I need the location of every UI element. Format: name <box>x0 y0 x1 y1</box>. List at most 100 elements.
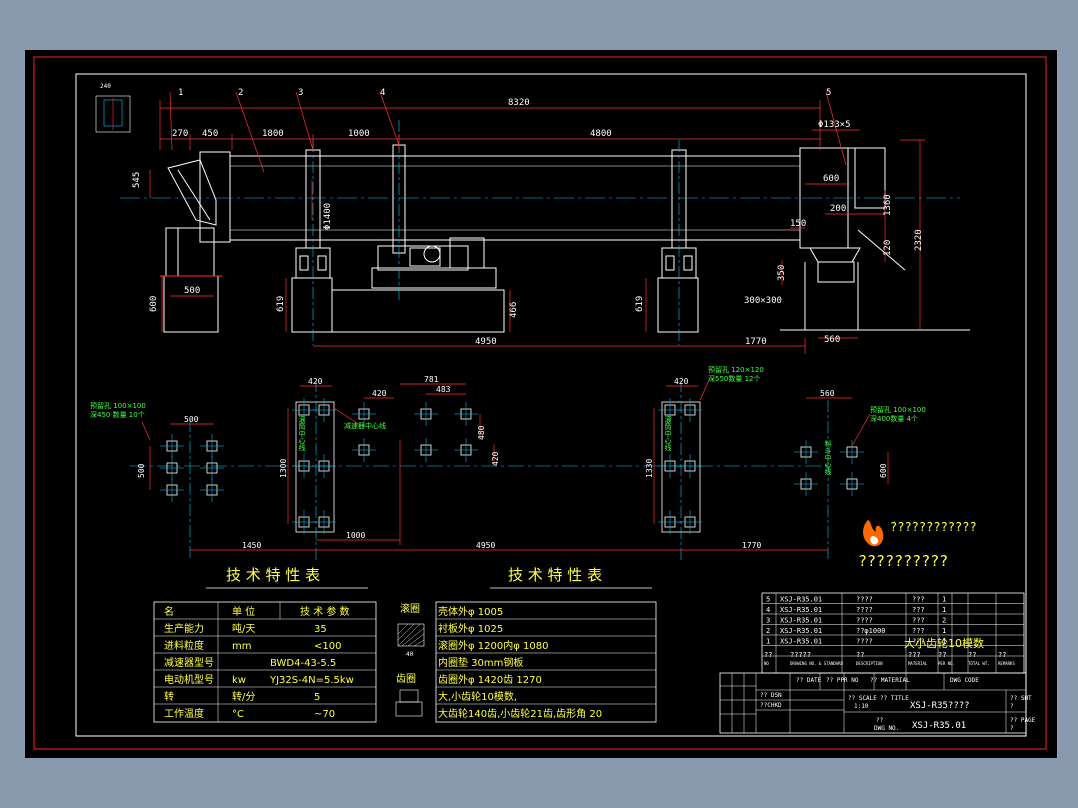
plan-dim-420b: 420 <box>372 389 387 398</box>
hole-note-mid-1: 预留孔 120×120 <box>708 365 764 374</box>
spec-cell: mm <box>232 641 251 652</box>
bom-header: ????? <box>790 651 811 659</box>
tb-dwg-code: DWG CODE <box>950 677 979 684</box>
spec-cell: 转/分 <box>232 690 255 703</box>
bom-cell: XSJ-R35.01 <box>780 638 822 646</box>
spec-cell: 5 <box>314 692 320 703</box>
item-2-label: 2 <box>238 88 243 98</box>
dim-4800: 4800 <box>590 129 612 139</box>
foundation-1 <box>291 277 333 333</box>
spec-col-header: 技 术 参 数 <box>300 605 350 618</box>
spec-col-header: 单 位 <box>232 605 255 618</box>
dim-1770: 1770 <box>745 337 767 347</box>
hole-note-left-2: 深450 数量 10个 <box>90 410 145 419</box>
bom-header: ?? <box>938 651 946 659</box>
plan-dim-1450: 1450 <box>242 541 261 550</box>
logo-line-2: ?????????? <box>858 552 948 570</box>
bom-overlay-note: 大小齿轮10模数 <box>904 636 984 650</box>
tb-dwg-no-value: XSJ-R35.01 <box>912 721 966 731</box>
ring-detail-dim: 40 <box>406 651 414 658</box>
spec-headings: 技 术 特 性 表 技 术 特 性 表 <box>206 566 652 589</box>
item-1-label: 1 <box>178 88 183 98</box>
spec-heading-right: 技 术 特 性 表 <box>508 566 602 584</box>
hopper-axis-label: 料斗中心线 <box>824 439 832 475</box>
bom-cell: ??φ1000 <box>856 627 886 635</box>
dim-200: 200 <box>830 204 846 214</box>
hole-note-right-1: 预留孔 100×100 <box>870 405 926 414</box>
spec-cell: 电动机型号 <box>164 673 214 686</box>
bom-cell: XSJ-R35.01 <box>780 627 822 635</box>
plan-dim-480: 480 <box>477 425 486 440</box>
tb-scale-label: ?? SCALE <box>848 695 877 702</box>
bom-header: ?? <box>998 651 1006 659</box>
dim-545: 545 <box>132 172 142 188</box>
tb-sht-label: ?? SHT <box>1010 695 1032 702</box>
plan-dim-500v: 500 <box>137 463 146 478</box>
item-4-label: 4 <box>380 88 385 98</box>
tb-date: ?? DATE <box>796 677 822 684</box>
roller-axis-label-1: 滚筒中心线 <box>298 415 306 451</box>
detail-label: 240 <box>100 83 111 90</box>
bom-cell: ??? <box>912 627 925 635</box>
bom-cell: 3 <box>766 617 770 625</box>
drive-foundation <box>331 289 505 333</box>
plan-notes: 预留孔 100×100 深450 数量 10个 预留孔 120×120 深550… <box>90 365 926 475</box>
bom-header: ?? <box>968 651 976 659</box>
tb-chkd: ??CHKD <box>760 702 782 709</box>
inner-frame <box>75 73 1027 737</box>
plan-dim-483: 483 <box>436 385 451 394</box>
bom-cell: 1 <box>766 638 770 646</box>
cad-drawing: 1 2 3 4 5 240 8320 270 450 1800 1000 480… <box>33 56 1047 750</box>
bom-cell: 5 <box>766 596 770 604</box>
motor <box>449 237 485 269</box>
plan-dim-text: 420 420 781 483 480 420 500 500 1300 133… <box>137 375 888 550</box>
dim-619-right: 619 <box>635 296 645 312</box>
bom-cell: XSJ-R35.01 <box>780 617 822 625</box>
dim-1000: 1000 <box>348 129 370 139</box>
plan-dimensions <box>141 377 889 551</box>
bom-cell: ???? <box>856 638 873 646</box>
plan-dim-420a: 420 <box>308 377 323 386</box>
bom-cell: ???? <box>856 606 873 614</box>
gear-row: 壳体外φ 1005 <box>438 605 503 618</box>
bom-header: ?? <box>764 651 772 659</box>
gear-row: 衬板外φ 1025 <box>438 622 503 635</box>
elevation-view <box>120 120 970 345</box>
dim-dia133: Φ133×5 <box>818 120 851 130</box>
bom-cell: ??? <box>912 606 925 614</box>
cad-viewport[interactable]: 1 2 3 4 5 240 8320 270 450 1800 1000 480… <box>25 50 1057 758</box>
dim-560: 560 <box>824 335 840 345</box>
plan-dim-420c: 420 <box>491 451 500 466</box>
spec-heading-left: 技 术 特 性 表 <box>226 566 320 584</box>
bom-header-sub: PER NO. <box>938 661 955 666</box>
logo-line-1: ???????????? <box>890 520 977 534</box>
bom-cell: ???? <box>856 596 873 604</box>
bom-cell: 1 <box>942 627 946 635</box>
plan-dim-1770: 1770 <box>742 541 761 550</box>
gear-row: 大齿轮140齿,小齿轮21齿,齿形角 20 <box>438 707 602 720</box>
dim-150: 150 <box>790 219 806 229</box>
dim-350: 350 <box>777 265 787 281</box>
dim-600-left: 600 <box>149 296 159 312</box>
tb-sht-value: ? <box>1010 703 1014 710</box>
tb-num-label: ?? <box>876 717 884 724</box>
bom-cell: ??? <box>912 617 925 625</box>
dim-270: 270 <box>172 129 188 139</box>
tb-title-value: XSJ-R35???? <box>910 701 970 711</box>
bom-header: ?? <box>856 651 864 659</box>
bom-header: ??? <box>908 651 921 659</box>
bom-cell: XSJ-R35.01 <box>780 606 822 614</box>
dim-2320: 2320 <box>914 229 924 251</box>
plan-dim-420r: 420 <box>674 377 689 386</box>
bom-header-sub: DRAWING NO. & STANDARD <box>790 661 844 666</box>
dim-450: 450 <box>202 129 218 139</box>
bom-header-sub: REMARKS <box>998 661 1015 666</box>
item-5-label: 5 <box>826 88 831 98</box>
tb-material-label: ?? MATERIAL <box>870 677 910 684</box>
plan-dim-1000: 1000 <box>346 531 365 540</box>
dim-1800: 1800 <box>262 129 284 139</box>
hole-note-right-2: 深400数量 4个 <box>870 414 918 423</box>
bom-header-sub: TOTAL WT. <box>968 661 990 666</box>
bom-cell: 2 <box>942 617 946 625</box>
hole-note-left-1: 预留孔 100×100 <box>90 401 146 410</box>
